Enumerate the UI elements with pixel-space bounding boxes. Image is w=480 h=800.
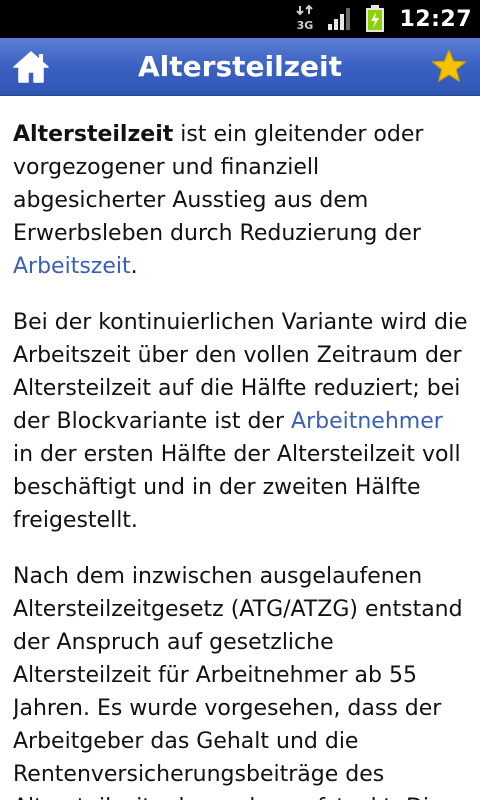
3g-data-icon: 3G: [295, 4, 315, 34]
home-icon: [13, 51, 49, 83]
link-arbeitszeit[interactable]: Arbeitszeit: [13, 254, 131, 279]
link-arbeitnehmer[interactable]: Arbeitnehmer: [291, 409, 443, 434]
clock: 12:27: [399, 6, 472, 32]
battery-charging-icon: [365, 5, 385, 33]
article-content: Altersteilzeit ist ein gleitender oder v…: [13, 95, 469, 800]
signal-strength-icon: [327, 7, 353, 31]
favorite-button[interactable]: [428, 45, 470, 87]
article-paragraph: Altersteilzeit ist ein gleitender oder v…: [13, 118, 469, 283]
article-text: .: [130, 254, 138, 279]
app-bar: Altersteilzeit: [0, 38, 480, 96]
home-button[interactable]: [10, 46, 52, 88]
network-type-label: 3G: [297, 19, 314, 32]
article-text: in der ersten Hälfte der Altersteilzeit …: [13, 442, 461, 533]
article-paragraph: Bei der kontinuierlichen Variante wird d…: [13, 306, 469, 537]
article-text: Nach dem inzwischen ausgelaufenen Alters…: [13, 564, 468, 800]
article-paragraph: Nach dem inzwischen ausgelaufenen Alters…: [13, 560, 469, 800]
star-icon: [431, 49, 467, 82]
page-title: Altersteilzeit: [138, 50, 342, 83]
status-icons: 3G 12:27: [295, 0, 472, 38]
article-bold-term: Altersteilzeit: [13, 122, 174, 147]
status-bar: 3G 12:27: [0, 0, 480, 38]
